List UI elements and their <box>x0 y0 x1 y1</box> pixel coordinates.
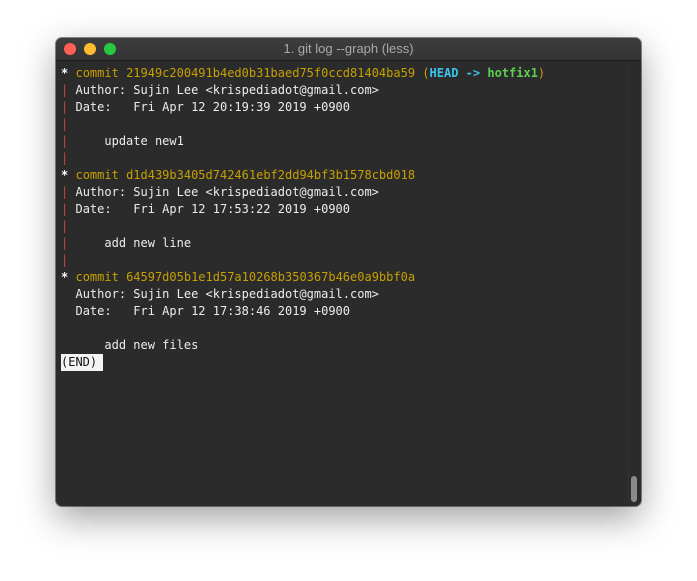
window-title: 1. git log --graph (less) <box>283 41 414 56</box>
graph-pipe: | <box>61 253 69 267</box>
date-line: | Date: Fri Apr 12 20:19:39 2019 +0900 <box>61 99 627 116</box>
date-text: Date: Fri Apr 12 20:19:39 2019 +0900 <box>75 100 351 114</box>
graph-pipe: | <box>61 202 69 216</box>
commit-hash: 64597d05b1e1d57a10268b350367b46e0a9bbf0a <box>126 270 416 284</box>
date-text: Date: Fri Apr 12 17:38:46 2019 +0900 <box>75 304 351 318</box>
author-text: Author: Sujin Lee <krispediadot@gmail.co… <box>75 287 379 301</box>
graph-blank <box>61 287 68 301</box>
author-text: Author: Sujin Lee <krispediadot@gmail.co… <box>75 185 379 199</box>
refs-close: ) <box>537 66 546 80</box>
date-line: Date: Fri Apr 12 17:38:46 2019 +0900 <box>61 303 627 320</box>
commit-keyword: commit <box>75 168 119 182</box>
date-line: | Date: Fri Apr 12 17:53:22 2019 +0900 <box>61 201 627 218</box>
pager-prompt-line: (END) <box>61 354 627 371</box>
author-line: Author: Sujin Lee <krispediadot@gmail.co… <box>61 286 627 303</box>
graph-pipe: | <box>61 219 69 233</box>
message-line: | add new line <box>61 235 627 252</box>
graph-node: * <box>61 270 69 284</box>
blank-line: | <box>61 218 627 235</box>
commit-message: add new line <box>75 236 192 250</box>
scrollbar-thumb[interactable] <box>631 476 637 502</box>
graph-blank <box>61 338 68 352</box>
graph-node: * <box>61 66 69 80</box>
message-line: add new files <box>61 337 627 354</box>
blank-line: | <box>61 252 627 269</box>
author-text: Author: Sujin Lee <krispediadot@gmail.co… <box>75 83 379 97</box>
commit-message: add new files <box>75 338 199 352</box>
head-arrow: -> <box>465 66 481 80</box>
graph-pipe: | <box>61 151 69 165</box>
author-line: | Author: Sujin Lee <krispediadot@gmail.… <box>61 184 627 201</box>
graph-pipe: | <box>61 83 69 97</box>
graph-node: * <box>61 168 69 182</box>
refs-open: ( <box>422 66 430 80</box>
blank-line: | <box>61 150 627 167</box>
message-line: | update new1 <box>61 133 627 150</box>
graph-pipe: | <box>61 185 69 199</box>
commit-line: * commit 64597d05b1e1d57a10268b350367b46… <box>61 269 627 286</box>
graph-blank <box>61 304 68 318</box>
blank-line: | <box>61 116 627 133</box>
graph-pipe: | <box>61 117 69 131</box>
branch-ref: hotfix1 <box>487 66 538 80</box>
commit-message: update new1 <box>75 134 184 148</box>
commit-hash: d1d439b3405d742461ebf2dd94bf3b1578cbd018 <box>126 168 416 182</box>
author-line: | Author: Sujin Lee <krispediadot@gmail.… <box>61 82 627 99</box>
terminal-output[interactable]: * commit 21949c200491b4ed0b31baed75f0ccd… <box>56 61 627 506</box>
head-ref: HEAD <box>429 66 459 80</box>
graph-pipe: | <box>61 236 69 250</box>
date-text: Date: Fri Apr 12 17:53:22 2019 +0900 <box>75 202 351 216</box>
commit-keyword: commit <box>75 66 119 80</box>
title-bar[interactable]: 1. git log --graph (less) <box>56 38 641 61</box>
terminal-window: 1. git log --graph (less) * commit 21949… <box>56 38 641 506</box>
commit-keyword: commit <box>75 270 119 284</box>
vertical-scrollbar[interactable] <box>628 61 639 504</box>
commit-line: * commit d1d439b3405d742461ebf2dd94bf3b1… <box>61 167 627 184</box>
commit-line: * commit 21949c200491b4ed0b31baed75f0ccd… <box>61 65 627 82</box>
pager-end-label[interactable]: (END) <box>61 354 104 371</box>
graph-pipe: | <box>61 134 69 148</box>
commit-hash: 21949c200491b4ed0b31baed75f0ccd81404ba59 <box>126 66 416 80</box>
graph-pipe: | <box>61 100 69 114</box>
